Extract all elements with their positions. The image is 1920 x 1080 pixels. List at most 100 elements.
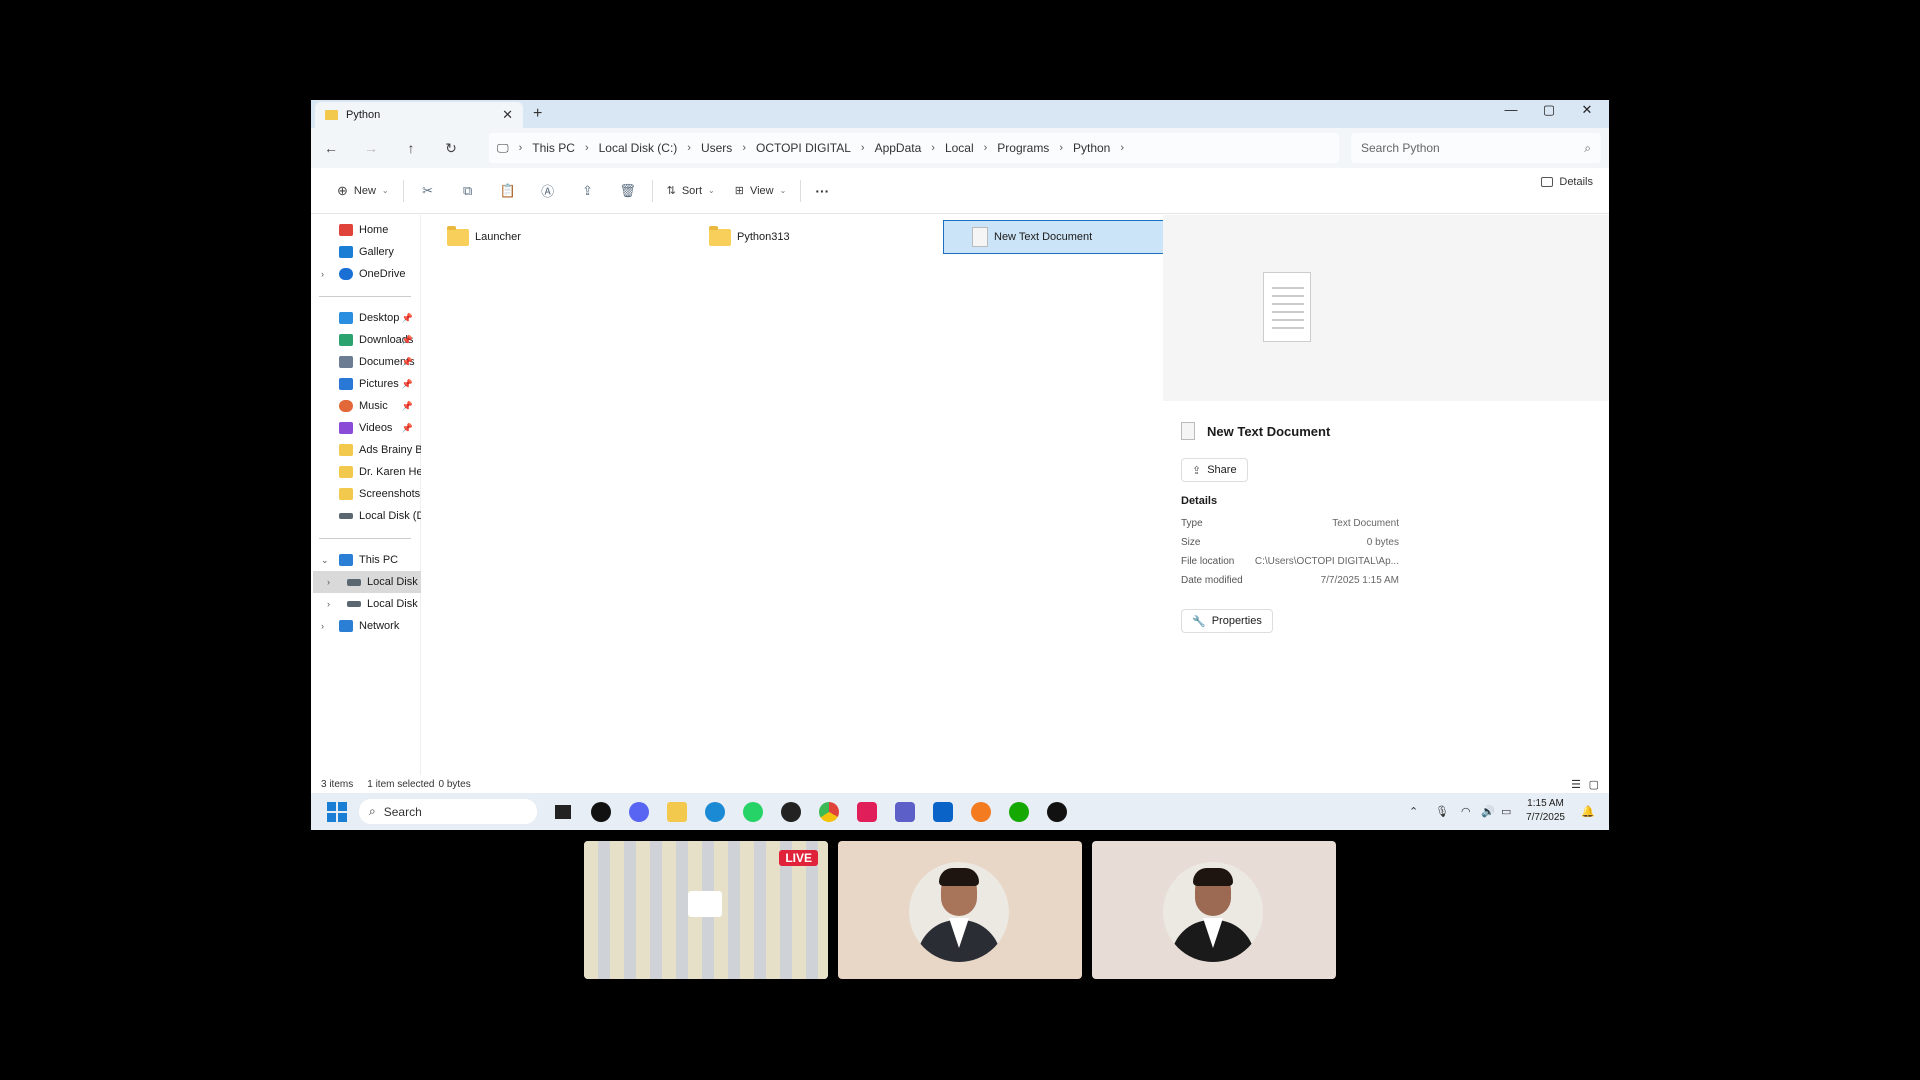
sidebar-item-local-disk-d[interactable]: › Local Disk (D:) xyxy=(311,593,421,615)
sidebar-item-desktop[interactable]: Desktop 📌 xyxy=(311,307,421,329)
sidebar-item-local-disk-d-quick[interactable]: Local Disk (D:) xyxy=(311,505,421,527)
whatsapp-icon[interactable] xyxy=(743,802,763,822)
detail-value: 0 bytes xyxy=(1366,537,1399,548)
breadcrumb-users[interactable]: Users xyxy=(695,141,738,155)
refresh-icon[interactable]: ↻ xyxy=(431,140,471,157)
sidebar-item-home[interactable]: Home xyxy=(311,219,421,241)
avatar-hair xyxy=(939,868,979,886)
file-explorer-icon[interactable] xyxy=(667,802,687,822)
chevron-right-icon[interactable]: › xyxy=(327,577,330,587)
edge-icon[interactable] xyxy=(705,802,725,822)
app-orange-icon[interactable] xyxy=(971,802,991,822)
forward-arrow-icon[interactable]: → xyxy=(351,140,391,156)
sidebar-item-screenshots[interactable]: Screenshots xyxy=(311,483,421,505)
wifi-icon[interactable]: ◠ xyxy=(1461,805,1471,818)
sidebar-item-music[interactable]: Music 📌 xyxy=(311,395,421,417)
paste-icon[interactable]: 📋 xyxy=(488,176,528,206)
up-arrow-icon[interactable]: ↑ xyxy=(391,140,431,156)
sidebar-item-this-pc[interactable]: ⌄ This PC xyxy=(311,549,421,571)
breadcrumb-local-disk-c[interactable]: Local Disk (C:) xyxy=(593,141,684,155)
sidebar-item-network[interactable]: › Network xyxy=(311,615,421,637)
participant-tile-1[interactable] xyxy=(838,841,1082,979)
sort-button[interactable]: ⇅ Sort ⌄ xyxy=(657,176,725,206)
more-options-button[interactable]: ··· xyxy=(805,176,839,206)
pin-icon: 📌 xyxy=(401,422,413,433)
new-button[interactable]: ⊕ New ⌄ xyxy=(327,176,399,206)
microphone-icon[interactable]: 🎙 xyxy=(1435,805,1449,818)
list-view-icon[interactable]: ☰ xyxy=(1571,778,1581,791)
chevron-down-icon[interactable]: ⌄ xyxy=(321,555,329,566)
new-tab-button[interactable]: + xyxy=(533,105,542,123)
breadcrumb-local[interactable]: Local xyxy=(939,141,980,155)
details-pane-button[interactable]: Details xyxy=(1541,176,1593,188)
tab-python[interactable]: Python ✕ xyxy=(315,102,523,128)
chrome-icon[interactable] xyxy=(819,802,839,822)
delete-icon[interactable]: 🗑 xyxy=(608,176,648,206)
copy-icon[interactable]: ⧉ xyxy=(448,176,488,206)
sidebar-item-onedrive[interactable]: › OneDrive xyxy=(311,263,421,285)
chevron-right-icon[interactable]: › xyxy=(321,621,324,631)
document-preview-icon xyxy=(1263,272,1311,342)
search-input[interactable]: Search Python xyxy=(1361,141,1440,155)
sidebar-item-gallery[interactable]: Gallery xyxy=(311,241,421,263)
breadcrumb-python[interactable]: Python xyxy=(1067,141,1116,155)
breadcrumb-expand-chevron[interactable]: › xyxy=(1116,142,1128,154)
file-item-python313[interactable]: Python313 xyxy=(709,220,909,254)
clock[interactable]: 1:15 AM 7/7/2025 xyxy=(1526,797,1565,825)
outlook-icon[interactable] xyxy=(933,802,953,822)
notification-bell-icon[interactable]: 🔔 xyxy=(1581,805,1595,818)
rename-icon[interactable]: Ⓐ xyxy=(528,176,568,206)
properties-button[interactable]: 🔧 Properties xyxy=(1181,609,1273,633)
tray-overflow-icon[interactable]: ⌃ xyxy=(1409,805,1418,818)
address-bar[interactable]: 🖵 › This PC › Local Disk (C:) › Users › … xyxy=(489,133,1339,163)
breadcrumb-this-pc[interactable]: This PC xyxy=(526,141,581,155)
view-button[interactable]: ⊞ View ⌄ xyxy=(725,176,797,206)
share-icon[interactable]: ⇪ xyxy=(568,176,608,206)
share-button[interactable]: ⇪ Share xyxy=(1181,458,1248,482)
screen-share-thumbnail[interactable]: LIVE xyxy=(584,841,828,979)
participant-tile-2[interactable] xyxy=(1092,841,1336,979)
explorer-dark-icon[interactable] xyxy=(553,802,573,822)
teams-icon[interactable] xyxy=(895,802,915,822)
tiles-view-icon[interactable]: ▢ xyxy=(1589,778,1599,791)
chevron-right-icon[interactable]: › xyxy=(321,269,324,279)
minimize-button[interactable]: — xyxy=(1497,102,1525,122)
status-bar: 3 items 1 item selected 0 bytes ☰ ▢ xyxy=(311,775,1609,793)
avatar xyxy=(1163,862,1263,962)
breadcrumb-octopi-digital[interactable]: OCTOPI DIGITAL xyxy=(750,141,857,155)
chevron-right-icon[interactable]: › xyxy=(327,599,330,609)
volume-icon[interactable]: 🔊 xyxy=(1481,805,1495,818)
sidebar-item-documents[interactable]: Documents 📌 xyxy=(311,351,421,373)
sidebar-item-dr-karen[interactable]: Dr. Karen Hero Sec xyxy=(311,461,421,483)
sidebar-item-label: Dr. Karen Hero Sec xyxy=(359,466,421,478)
taskbar-search[interactable]: ⌕ Search xyxy=(359,799,537,824)
sidebar-item-local-disk-c[interactable]: › Local Disk (C:) xyxy=(313,571,421,593)
file-item-launcher[interactable]: Launcher xyxy=(447,220,647,254)
avatar xyxy=(909,862,1009,962)
sidebar-item-downloads[interactable]: Downloads 📌 xyxy=(311,329,421,351)
sidebar-item-label: Ads Brainy Box Pacl xyxy=(359,444,421,456)
sidebar-item-pictures[interactable]: Pictures 📌 xyxy=(311,373,421,395)
close-tab-icon[interactable]: ✕ xyxy=(502,107,513,123)
folder-icon xyxy=(339,444,353,456)
upwork-green-icon[interactable] xyxy=(1009,802,1029,822)
sidebar-item-ads-brainy-box[interactable]: Ads Brainy Box Pacl xyxy=(311,439,421,461)
battery-icon[interactable]: ▭ xyxy=(1501,805,1511,818)
slack-icon[interactable] xyxy=(857,802,877,822)
breadcrumb-appdata[interactable]: AppData xyxy=(869,141,928,155)
github-icon[interactable] xyxy=(591,802,611,822)
start-windows-icon[interactable] xyxy=(327,802,347,822)
upwork-icon[interactable] xyxy=(1047,802,1067,822)
discord-icon[interactable] xyxy=(629,802,649,822)
videos-icon xyxy=(339,422,353,434)
maximize-button[interactable]: ▢ xyxy=(1535,102,1563,122)
close-button[interactable]: ✕ xyxy=(1573,102,1601,122)
sidebar-item-label: OneDrive xyxy=(359,268,406,280)
breadcrumb-programs[interactable]: Programs xyxy=(991,141,1055,155)
search-box[interactable]: Search Python ⌕ xyxy=(1351,133,1601,163)
sidebar-item-videos[interactable]: Videos 📌 xyxy=(311,417,421,439)
chatgpt-icon[interactable] xyxy=(781,802,801,822)
details-label: Details xyxy=(1559,176,1593,188)
cut-icon[interactable]: ✂ xyxy=(408,176,448,206)
back-arrow-icon[interactable]: ← xyxy=(311,140,351,156)
